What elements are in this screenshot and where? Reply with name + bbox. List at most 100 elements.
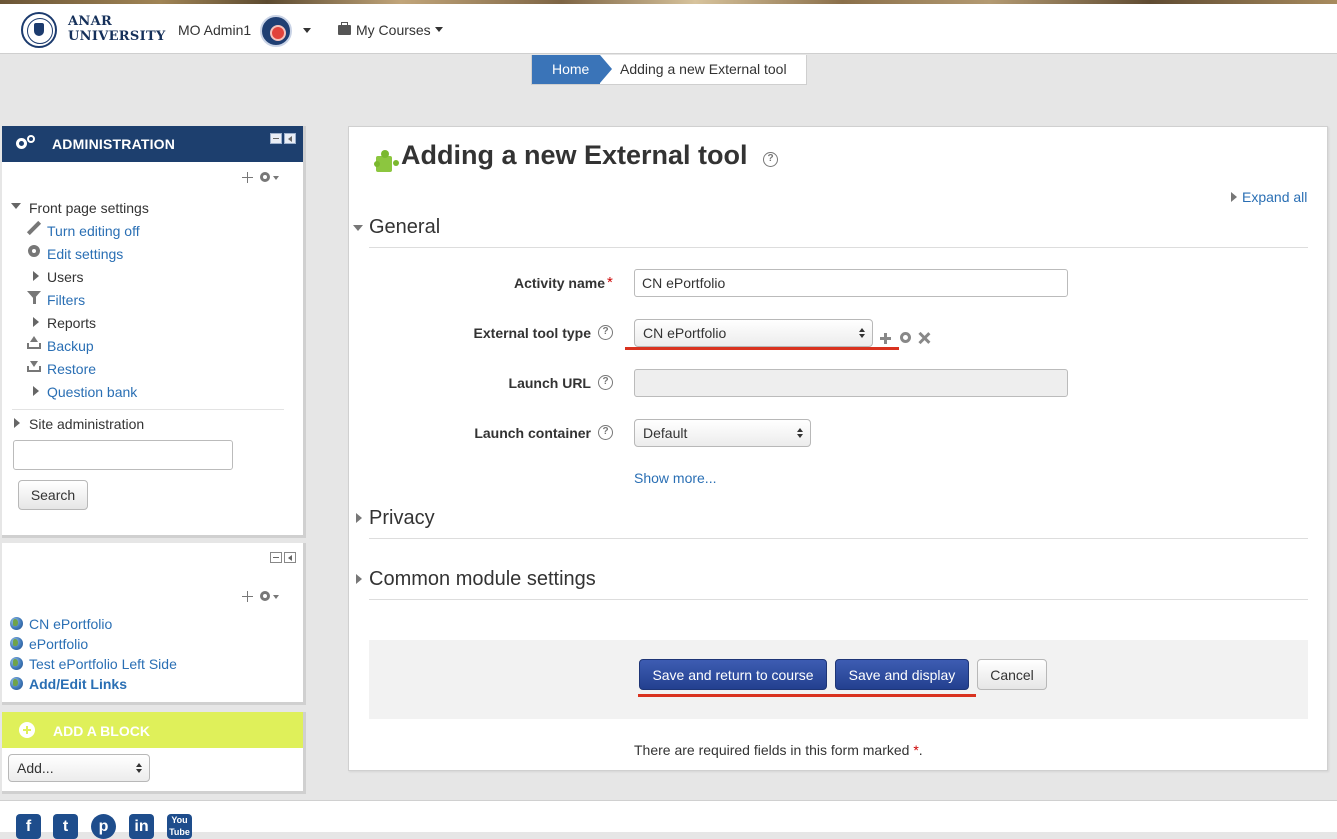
cn-eportfolio-link[interactable]: CN ePortfolio: [29, 616, 112, 632]
backup-icon: [27, 336, 41, 350]
edit-settings-link[interactable]: Edit settings: [47, 246, 123, 262]
section-privacy-header[interactable]: Privacy: [369, 507, 435, 530]
links-block: CN ePortfolio ePortfolio Test ePortfolio…: [2, 543, 306, 705]
backup-link[interactable]: Backup: [47, 338, 94, 354]
pinterest-icon[interactable]: p: [91, 814, 116, 839]
block-actions-menu[interactable]: [260, 591, 282, 602]
add-tool-icon[interactable]: [880, 333, 891, 344]
user-menu-caret-icon[interactable]: [303, 28, 311, 33]
collapse-arrow-icon[interactable]: [353, 225, 363, 231]
my-courses-menu[interactable]: My Courses: [338, 22, 443, 38]
admin-search-button[interactable]: Search: [18, 480, 88, 510]
show-more-link[interactable]: Show more...: [634, 470, 716, 486]
pencil-icon: [27, 221, 41, 235]
add-block-select[interactable]: Add...: [8, 754, 150, 782]
user-avatar[interactable]: [260, 15, 292, 47]
expand-arrow-icon[interactable]: [356, 574, 362, 584]
external-tool-type-value: CN ePortfolio: [643, 325, 727, 341]
cancel-button[interactable]: Cancel: [977, 659, 1047, 690]
add-edit-links-link[interactable]: Add/Edit Links: [29, 676, 127, 692]
site-administration-node[interactable]: Site administration: [29, 416, 144, 432]
section-common-module-header[interactable]: Common module settings: [369, 568, 596, 591]
expand-arrow-icon[interactable]: [356, 513, 362, 523]
gear-icon: [260, 591, 270, 601]
chevron-down-icon: [273, 595, 279, 599]
required-fields-note: There are required fields in this form m…: [634, 742, 923, 758]
globe-icon: [10, 657, 23, 670]
briefcase-icon: [338, 22, 351, 35]
help-icon[interactable]: ?: [598, 375, 613, 390]
admin-block-dock-controls: [270, 131, 298, 144]
annotation-underline: [638, 694, 976, 697]
activity-name-label: Activity name: [470, 275, 605, 291]
question-bank-link[interactable]: Question bank: [47, 384, 137, 400]
required-icon: *: [607, 274, 613, 291]
admin-search-input[interactable]: [13, 440, 233, 470]
university-seal-icon: [21, 12, 57, 48]
expand-arrow-icon[interactable]: [33, 271, 39, 281]
reports-node[interactable]: Reports: [47, 315, 96, 331]
move-block-icon[interactable]: [242, 172, 253, 183]
delete-tool-close-icon[interactable]: [918, 332, 930, 344]
breadcrumb-home-link[interactable]: Home: [532, 55, 612, 84]
globe-icon: [10, 617, 23, 630]
list-item: Test ePortfolio Left Side: [10, 656, 177, 672]
list-item: Add/Edit Links: [10, 676, 127, 692]
globe-icon: [10, 677, 23, 690]
chevron-down-icon: [273, 176, 279, 180]
tool-settings-gear-icon[interactable]: [900, 332, 911, 343]
select-arrows-icon: [797, 428, 804, 439]
front-page-settings-node[interactable]: Front page settings: [29, 200, 149, 216]
help-icon[interactable]: ?: [598, 325, 613, 340]
expand-arrow-icon: [1231, 192, 1237, 202]
external-tool-type-label: External tool type: [473, 325, 591, 341]
section-general-header[interactable]: General: [369, 216, 440, 239]
turn-editing-off-link[interactable]: Turn editing off: [47, 223, 140, 239]
test-eportfolio-left-side-link[interactable]: Test ePortfolio Left Side: [29, 656, 177, 672]
gear-icon: [260, 172, 270, 182]
save-and-return-button[interactable]: Save and return to course: [639, 659, 827, 690]
user-menu-name[interactable]: MO Admin1: [178, 22, 251, 38]
youtube-icon[interactable]: You Tube: [167, 814, 192, 839]
chevron-down-icon: [434, 27, 443, 32]
facebook-icon[interactable]: f: [16, 814, 41, 839]
save-and-display-button[interactable]: Save and display: [835, 659, 969, 690]
add-block-title: ADD A BLOCK: [53, 723, 150, 739]
move-block-icon[interactable]: [242, 591, 253, 602]
expand-arrow-icon[interactable]: [14, 418, 20, 428]
add-block-header: ADD A BLOCK: [2, 712, 303, 748]
collapse-arrow-icon[interactable]: [11, 203, 21, 209]
filters-link[interactable]: Filters: [47, 292, 85, 308]
section-divider: [369, 599, 1308, 600]
expand-arrow-icon[interactable]: [33, 386, 39, 396]
expand-arrow-icon[interactable]: [33, 317, 39, 327]
twitter-icon[interactable]: t: [53, 814, 78, 839]
linkedin-icon[interactable]: in: [129, 814, 154, 839]
restore-link[interactable]: Restore: [47, 361, 96, 377]
dock-icon[interactable]: [284, 552, 296, 563]
activity-name-input[interactable]: [634, 269, 1068, 297]
top-navbar: ANAR UNIVERSITY MO Admin1 My Courses: [0, 4, 1337, 54]
users-node[interactable]: Users: [47, 269, 84, 285]
launch-container-value: Default: [643, 425, 688, 441]
university-logo[interactable]: ANAR UNIVERSITY: [21, 11, 165, 49]
administration-block: ADMINISTRATION Front page settings Turn …: [2, 126, 306, 538]
help-icon[interactable]: ?: [598, 425, 613, 440]
select-arrows-icon: [136, 763, 143, 774]
dock-icon[interactable]: [284, 133, 296, 144]
gears-icon: [16, 135, 38, 153]
my-courses-label: My Courses: [356, 22, 431, 38]
logo-text: ANAR UNIVERSITY: [68, 14, 166, 44]
section-divider: [369, 247, 1308, 248]
filter-icon: [27, 290, 41, 304]
logo-line-1: ANAR: [68, 14, 113, 29]
minimize-icon[interactable]: [270, 133, 282, 144]
launch-url-input[interactable]: [634, 369, 1068, 397]
help-icon[interactable]: ?: [763, 152, 778, 167]
launch-container-select[interactable]: Default: [634, 419, 811, 447]
expand-all-link[interactable]: Expand all: [1242, 189, 1307, 205]
block-actions-menu[interactable]: [260, 172, 282, 183]
minimize-icon[interactable]: [270, 552, 282, 563]
eportfolio-link[interactable]: ePortfolio: [29, 636, 88, 652]
external-tool-type-select[interactable]: CN ePortfolio: [634, 319, 873, 347]
